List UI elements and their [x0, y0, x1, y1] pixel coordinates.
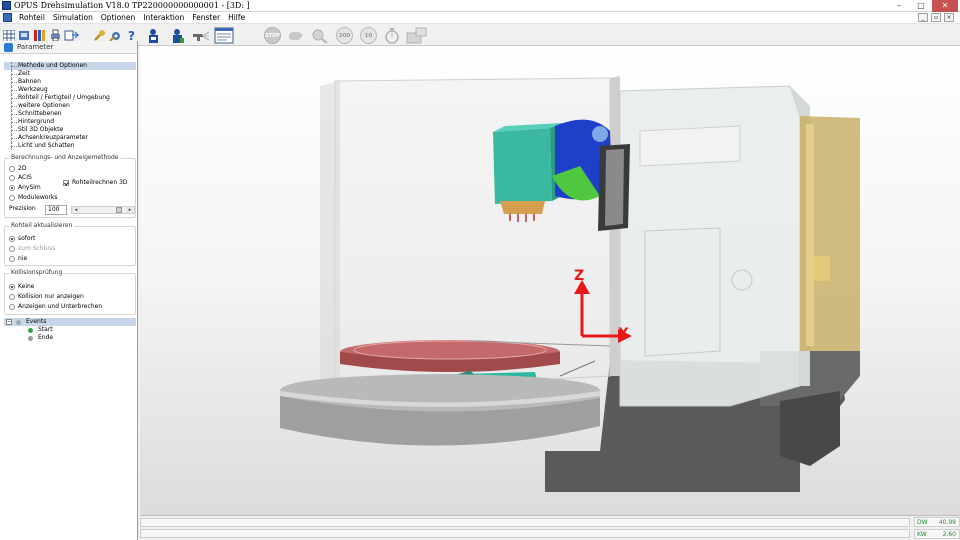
- doc-minimize-button[interactable]: _: [918, 13, 928, 22]
- nav-stil-3d-objekte[interactable]: Stil 3D Objekte: [4, 126, 136, 134]
- parameter-icon: [4, 42, 13, 52]
- slider-thumb[interactable]: [116, 207, 122, 213]
- nav-hintergrund[interactable]: Hintergrund: [4, 118, 136, 126]
- status-field-2: [140, 529, 910, 538]
- dw-readout: DW 40.99: [914, 517, 960, 527]
- side-panel-rail: [806, 124, 814, 346]
- update-option-sofort[interactable]: sofort: [9, 235, 35, 243]
- end-event-icon: [28, 335, 33, 341]
- menu-rohteil[interactable]: Rohteil: [15, 13, 49, 22]
- update-group: Rohteil aktualisieren sofort zum Schluss…: [4, 222, 136, 266]
- nc-program-icon[interactable]: [214, 27, 234, 44]
- machine-scene: [280, 76, 860, 492]
- spindle-mount-face: [605, 149, 624, 226]
- nav-zeit[interactable]: Zeit: [4, 70, 136, 78]
- menu-simulation[interactable]: Simulation: [49, 13, 97, 22]
- title-bar: OPUS Drehsimulation V18.0 TP220000000000…: [0, 0, 960, 12]
- status-field-1: [140, 518, 910, 527]
- spray-gun-icon[interactable]: [192, 27, 210, 44]
- events-node[interactable]: − Events: [4, 318, 136, 326]
- events-folder-icon: [16, 319, 21, 325]
- start-event-icon: [28, 327, 33, 333]
- turret-green-block: [493, 128, 552, 204]
- collapse-icon[interactable]: −: [6, 319, 12, 325]
- 3d-viewport[interactable]: Z X: [140, 46, 960, 515]
- nav-methode-optionen[interactable]: Methode und Optionen: [4, 62, 136, 70]
- kw-readout: KW 2.60: [914, 529, 960, 539]
- precision-slider[interactable]: ◂ ▸: [71, 206, 135, 214]
- collision-option-keine[interactable]: Keine: [9, 283, 35, 291]
- operator-step-icon[interactable]: [169, 27, 185, 44]
- toolbar: ? STOP 200 10: [0, 24, 960, 46]
- cabinet-upper-window: [639, 125, 741, 167]
- magnifier-disabled-icon[interactable]: [311, 27, 329, 44]
- collision-option-anzeigen[interactable]: Kollision nur anzeigen: [9, 293, 84, 301]
- rohteilrechnen-3d-checkbox[interactable]: Rohteilrechnen 3D: [63, 179, 128, 187]
- spindle-cap: [592, 126, 608, 142]
- update-option-nie[interactable]: nie: [9, 255, 27, 263]
- menu-hilfe[interactable]: Hilfe: [224, 13, 249, 22]
- app-icon: [2, 1, 11, 10]
- nav-werkzeug[interactable]: Werkzeug: [4, 86, 136, 94]
- parameter-nav-tree: Methode und Optionen Zeit Bahnen Werkzeu…: [4, 62, 136, 150]
- precision-input[interactable]: 100: [45, 205, 67, 215]
- nav-rohteil[interactable]: Rohteil / Fertigteil / Umgebung: [4, 94, 136, 102]
- enclosure-left-wall: [320, 81, 340, 391]
- update-group-title: Rohteil aktualisieren: [9, 222, 75, 229]
- doc-restore-button[interactable]: ▫: [931, 13, 941, 22]
- axis-z-label: Z: [574, 268, 585, 284]
- document-icon[interactable]: [3, 13, 12, 22]
- speed-10-button[interactable]: 10: [360, 27, 377, 44]
- window-title: OPUS Drehsimulation V18.0 TP220000000000…: [14, 1, 250, 10]
- method-option-moduleworks[interactable]: Moduleworks: [9, 194, 57, 202]
- close-button[interactable]: ✕: [932, 0, 958, 12]
- tool-holder: [500, 201, 545, 214]
- window-controls: – □ ✕: [888, 0, 958, 12]
- collision-group: Kollisionsprüfung Keine Kollision nur an…: [4, 269, 136, 315]
- method-option-2d[interactable]: 2D: [9, 165, 26, 173]
- menu-bar: Rohteil Simulation Optionen Interaktion …: [0, 12, 960, 24]
- nav-weitere-optionen[interactable]: weitere Optionen: [4, 102, 136, 110]
- hand-disabled-icon[interactable]: [287, 27, 305, 44]
- side-panel-handle: [814, 256, 830, 281]
- method-group-title: Berechnungs- und Anzeigemethode: [9, 154, 121, 161]
- panel-title: Parameter: [17, 43, 54, 51]
- collision-option-unterbrechen[interactable]: Anzeigen und Unterbrechen: [9, 303, 102, 311]
- screenshot-icon[interactable]: [406, 27, 428, 44]
- axis-cross: Z X: [570, 268, 640, 350]
- axis-x-label: X: [618, 326, 629, 342]
- menu-interaktion[interactable]: Interaktion: [139, 13, 188, 22]
- minimize-button[interactable]: –: [888, 0, 910, 12]
- method-group: Berechnungs- und Anzeigemethode 2D ACIS …: [4, 154, 136, 218]
- event-ende[interactable]: Ende: [4, 334, 136, 342]
- stop-button[interactable]: STOP: [264, 27, 281, 44]
- collision-group-title: Kollisionsprüfung: [9, 269, 65, 276]
- event-start[interactable]: Start: [4, 326, 136, 334]
- nav-schnittebenen[interactable]: Schnittebenen: [4, 110, 136, 118]
- base-shadow: [780, 391, 840, 466]
- nav-bahnen[interactable]: Bahnen: [4, 78, 136, 86]
- maximize-button[interactable]: □: [910, 0, 932, 12]
- slider-right-arrow-icon[interactable]: ▸: [126, 207, 134, 213]
- operator-start-icon[interactable]: [145, 27, 161, 44]
- doc-close-button[interactable]: ×: [944, 13, 954, 22]
- slider-left-arrow-icon[interactable]: ◂: [72, 207, 80, 213]
- speed-200-button[interactable]: 200: [336, 27, 353, 44]
- menu-fenster[interactable]: Fenster: [188, 13, 224, 22]
- stopwatch-icon[interactable]: [383, 27, 401, 44]
- events-tree: − Events Start Ende: [4, 318, 136, 342]
- nav-licht-schatten[interactable]: Licht und Schatten: [4, 142, 136, 150]
- nav-achsenkreuzparameter[interactable]: Achsenkreuzparameter: [4, 134, 136, 142]
- document-window-controls: _ ▫ ×: [918, 13, 954, 22]
- precision-label: Prezision: [9, 205, 36, 212]
- status-bar: DW 40.99 KW 2.60: [140, 515, 960, 540]
- update-option-zum-schluss[interactable]: zum Schluss: [9, 245, 55, 253]
- menu-optionen[interactable]: Optionen: [97, 13, 139, 22]
- method-option-acis[interactable]: ACIS: [9, 174, 32, 182]
- method-option-anysim[interactable]: AnySim: [9, 184, 41, 192]
- panel-header: Parameter: [0, 41, 137, 54]
